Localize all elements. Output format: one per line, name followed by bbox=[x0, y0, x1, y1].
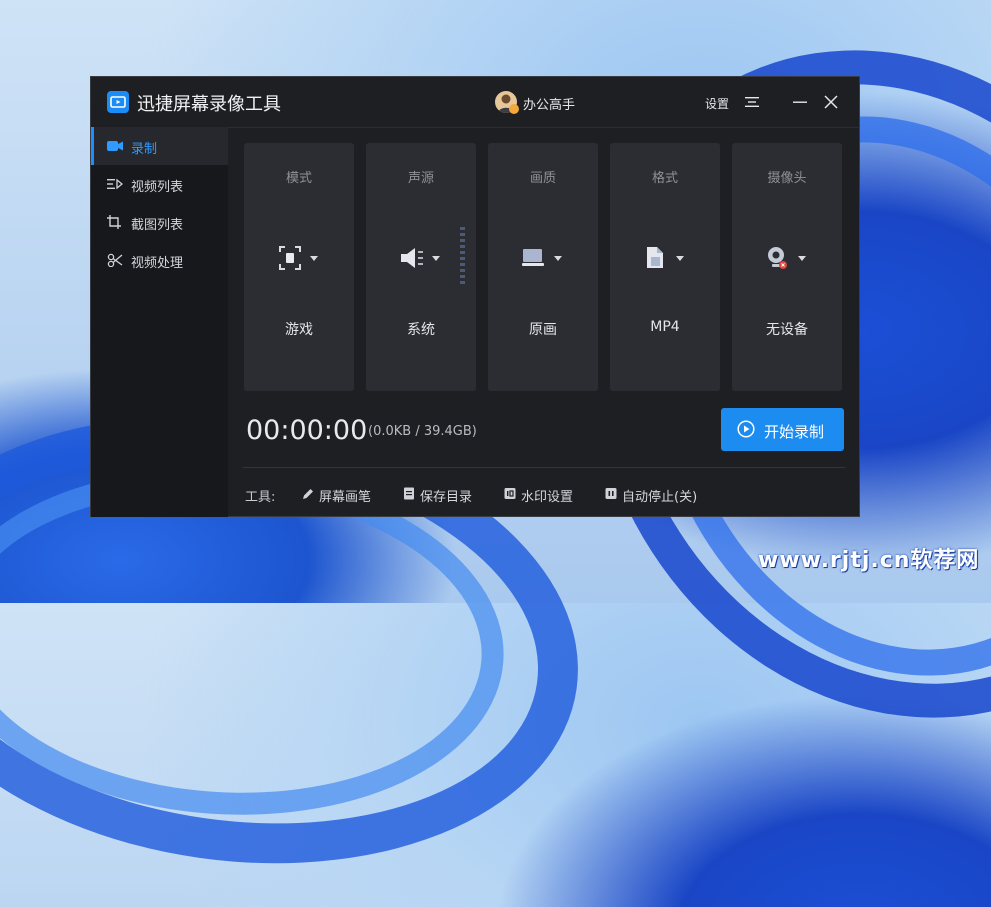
file-format-icon bbox=[647, 247, 684, 268]
sidebar-item-label: 视频处理 bbox=[131, 256, 184, 271]
card-title: 声源 bbox=[407, 171, 434, 186]
close-icon[interactable] bbox=[824, 95, 838, 109]
sidebar-item-screenshot-list[interactable]: 截图列表 bbox=[91, 203, 228, 241]
vip-badge-icon bbox=[509, 104, 519, 114]
speaker-icon bbox=[401, 248, 440, 268]
user-name[interactable]: 办公高手 bbox=[523, 94, 575, 113]
watermark-icon bbox=[504, 488, 516, 499]
settings-button[interactable]: 设置 bbox=[705, 95, 729, 112]
monitor-icon bbox=[522, 249, 562, 266]
play-circle-icon bbox=[737, 420, 755, 438]
tool-label: 屏幕画笔 bbox=[319, 490, 372, 505]
sidebar-item-label: 视频列表 bbox=[131, 180, 184, 195]
tool-label: 自动停止(关) bbox=[622, 490, 698, 505]
screenshot-list-icon bbox=[107, 215, 121, 229]
card-value: MP4 bbox=[650, 319, 680, 335]
sidebar-item-label: 录制 bbox=[131, 142, 158, 157]
divider bbox=[243, 467, 845, 468]
start-recording-button[interactable]: 开始录制 bbox=[721, 408, 844, 451]
pause-icon bbox=[605, 488, 617, 499]
card-format[interactable]: 格式 MP4 bbox=[610, 143, 720, 391]
sidebar-item-video-list[interactable]: 视频列表 bbox=[91, 165, 228, 203]
title-bar: 迅捷屏幕录像工具 办公高手 设置 bbox=[91, 77, 859, 128]
sidebar-item-video-processing[interactable]: 视频处理 bbox=[91, 241, 228, 279]
video-list-icon bbox=[107, 178, 123, 190]
card-value: 原画 bbox=[529, 322, 557, 338]
capture-mode-icon bbox=[279, 246, 318, 270]
card-mode[interactable]: 模式 游戏 bbox=[244, 143, 354, 391]
video-camera-icon bbox=[107, 141, 123, 151]
card-value: 游戏 bbox=[285, 322, 313, 338]
volume-meter bbox=[460, 227, 465, 284]
storage-usage: (0.0KB / 39.4GB) bbox=[368, 424, 477, 439]
app-logo-icon bbox=[107, 91, 129, 113]
video-processing-icon bbox=[107, 253, 123, 267]
tools-label: 工具: bbox=[245, 490, 276, 505]
recording-timer: 00:00:00 bbox=[246, 415, 368, 446]
card-title: 模式 bbox=[285, 171, 312, 186]
card-title: 格式 bbox=[651, 171, 678, 186]
card-title: 画质 bbox=[529, 171, 556, 186]
tool-label: 保存目录 bbox=[420, 490, 473, 505]
recorder-window: 迅捷屏幕录像工具 办公高手 设置 录制 视频列表 截图列表 视频处理 模式 游戏… bbox=[90, 76, 860, 517]
minimize-icon[interactable] bbox=[793, 96, 807, 108]
card-title: 摄像头 bbox=[767, 171, 807, 186]
menu-icon[interactable] bbox=[745, 96, 759, 108]
folder-doc-icon bbox=[404, 487, 414, 500]
start-recording-label: 开始录制 bbox=[764, 423, 825, 441]
card-camera[interactable]: 摄像头 无设备 bbox=[732, 143, 842, 391]
card-audio-source[interactable]: 声源 系统 bbox=[366, 143, 476, 391]
pen-icon bbox=[303, 489, 313, 499]
app-title: 迅捷屏幕录像工具 bbox=[137, 94, 281, 115]
sidebar-item-record[interactable]: 录制 bbox=[91, 127, 228, 165]
webcam-off-icon bbox=[768, 247, 806, 269]
site-watermark: www.rjtj.cn软荐网 bbox=[758, 548, 980, 573]
card-quality[interactable]: 画质 原画 bbox=[488, 143, 598, 391]
sidebar: 录制 视频列表 截图列表 视频处理 bbox=[91, 127, 228, 517]
tool-label: 水印设置 bbox=[521, 490, 574, 505]
sidebar-item-label: 截图列表 bbox=[131, 218, 184, 233]
card-value: 无设备 bbox=[766, 322, 808, 338]
card-value: 系统 bbox=[407, 322, 435, 338]
